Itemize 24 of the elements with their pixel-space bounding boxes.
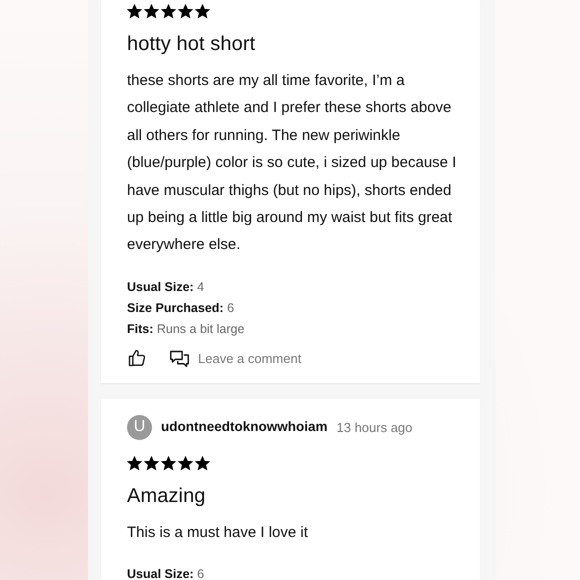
star-icon [178, 4, 193, 19]
star-icon [144, 456, 159, 471]
avatar: U [127, 414, 152, 440]
star-icon [127, 456, 142, 471]
review-title: Amazing [127, 484, 207, 509]
size-detail: Size Purchased: 6 [127, 300, 236, 317]
comment-button[interactable]: Leave a comment [169, 348, 302, 369]
size-detail: Fits: Runs a bit large [127, 320, 246, 338]
star-icon [178, 456, 193, 471]
star-icon [195, 4, 210, 19]
star-icon [195, 456, 210, 471]
review-text: This is a must have I love it [127, 522, 309, 543]
thumbs-up-icon [127, 348, 147, 368]
author-name: udontneedtoknowwhoiam [161, 418, 328, 436]
review-text: these shorts are my all time favorite, I’m a collegiate athlete and I prefer these shorts above all others for running. The new periwinkle (blue/purple) color is so cute, i sized up because I have muscular thighs (but no hips), shorts ended up being a little big around my waist but fits great everywhere else. [127, 71, 458, 256]
size-detail: Usual Size: 6 [127, 566, 206, 580]
timestamp: 13 hours ago [336, 418, 412, 437]
like-button[interactable] [127, 348, 147, 368]
star-icon [144, 4, 159, 19]
star-icon [161, 456, 176, 471]
star-icon [161, 4, 176, 19]
size-detail: Usual Size: 4 [127, 278, 206, 296]
review-title: hotty hot short [127, 32, 256, 57]
star-icon [127, 4, 142, 19]
